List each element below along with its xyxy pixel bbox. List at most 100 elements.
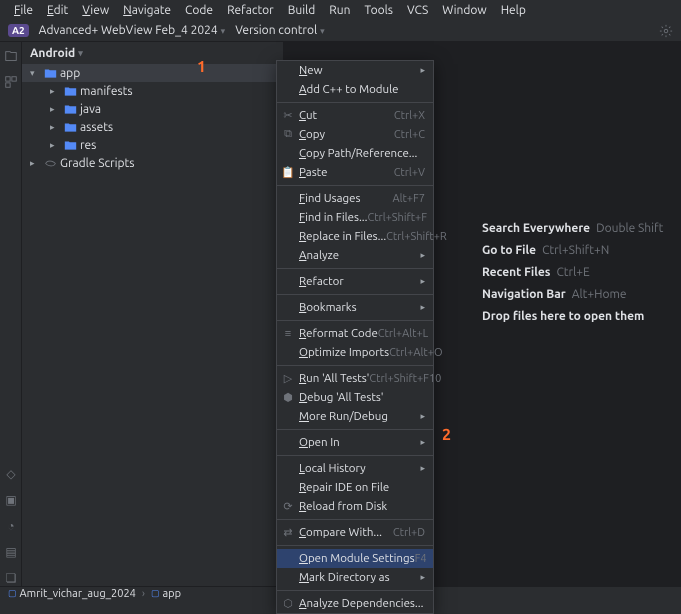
project-selector[interactable]: Advanced+ WebView Feb_4 2024▾ xyxy=(39,24,226,37)
tree-label: manifests xyxy=(80,85,133,98)
services-icon[interactable]: ▤ xyxy=(3,544,19,560)
debug-icon: ⬢ xyxy=(281,391,295,404)
menu-item-analyze-dependencies[interactable]: ⬡Analyze Dependencies... xyxy=(277,594,433,613)
menu-item-label: Reload from Disk xyxy=(299,500,387,513)
breadcrumb-project[interactable]: Amrit_vichar_aug_2024 xyxy=(20,588,136,600)
hint-title: Navigation Bar xyxy=(482,288,566,301)
menu-separator xyxy=(277,268,433,269)
menu-item-debug-all-tests[interactable]: ⬢Debug 'All Tests' xyxy=(277,388,433,407)
menu-item-add-c-to-module[interactable]: Add C++ to Module xyxy=(277,80,433,99)
menu-item-open-in[interactable]: Open In ▸ xyxy=(277,433,433,452)
menu-item-label: Analyze xyxy=(299,249,339,262)
menu-item-label: Refactor xyxy=(299,275,344,288)
chevron-right-icon: ▸ xyxy=(50,86,62,97)
menu-view[interactable]: View xyxy=(76,2,115,19)
menu-item-local-history[interactable]: Local History▸ xyxy=(277,459,433,478)
menu-file[interactable]: File xyxy=(8,2,39,19)
menu-item-copy-path-reference[interactable]: Copy Path/Reference... xyxy=(277,144,433,163)
menu-shortcut: Ctrl+Alt+O xyxy=(389,347,442,359)
chevron-right-icon: ▸ xyxy=(420,302,425,313)
tree-node-assets[interactable]: ▸ assets xyxy=(22,118,283,136)
tree-node-java[interactable]: ▸ java xyxy=(22,100,283,118)
menu-item-cut[interactable]: ✂CutCtrl+X xyxy=(277,106,433,125)
project-sidebar: Android▾ ▾ app ▸ manifests ▸ java ▸ asse… xyxy=(22,42,284,588)
menu-item-replace-in-files[interactable]: Replace in Files...Ctrl+Shift+R xyxy=(277,227,433,246)
hint-shortcut: Ctrl+E xyxy=(556,266,589,279)
menu-item-new[interactable]: New▸ xyxy=(277,61,433,80)
menu-item-label: Find Usages xyxy=(299,192,361,205)
chevron-right-icon: ▸ xyxy=(50,104,62,115)
menu-item-compare-with[interactable]: ⇄Compare With...Ctrl+D xyxy=(277,523,433,542)
tree-label: res xyxy=(80,139,96,152)
breadcrumb-module[interactable]: app xyxy=(162,588,181,600)
menu-item-label: Copy Path/Reference... xyxy=(299,147,417,160)
settings-icon[interactable] xyxy=(659,24,673,38)
menu-item-optimize-imports[interactable]: Optimize ImportsCtrl+Alt+O xyxy=(277,343,433,362)
menu-run[interactable]: Run xyxy=(323,2,356,19)
menu-shortcut: Ctrl+C xyxy=(394,129,425,141)
menu-item-label: Find in Files... xyxy=(299,211,367,224)
menu-separator xyxy=(277,590,433,591)
menu-shortcut: Ctrl+D xyxy=(393,527,425,539)
terminal-icon[interactable]: ❏ xyxy=(3,570,19,586)
tree-label: app xyxy=(60,67,80,80)
tree-label: assets xyxy=(80,121,113,134)
tree-node-manifests[interactable]: ▸ manifests xyxy=(22,82,283,100)
folder-icon xyxy=(62,121,78,134)
menu-tools[interactable]: Tools xyxy=(358,2,399,19)
menu-edit[interactable]: Edit xyxy=(41,2,74,19)
menu-item-open-module-settings[interactable]: Open Module SettingsF4 xyxy=(277,549,433,568)
tree-node-gradle[interactable]: ▸ Gradle Scripts xyxy=(22,154,283,172)
menu-item-reload-from-disk[interactable]: ⟳Reload from Disk xyxy=(277,497,433,516)
chevron-right-icon: ▸ xyxy=(420,411,425,422)
chevron-down-icon: ▾ xyxy=(30,68,42,79)
toolbar: A2 Advanced+ WebView Feb_4 2024▾ Version… xyxy=(0,20,681,42)
context-menu: New▸Add C++ to Module ✂CutCtrl+X⧉CopyCtrl… xyxy=(276,60,434,614)
menu-navigate[interactable]: Navigate xyxy=(117,2,177,19)
resource-manager-icon[interactable] xyxy=(3,74,19,90)
menu-separator xyxy=(277,545,433,546)
menu-help[interactable]: Help xyxy=(495,2,532,19)
menu-item-mark-directory-as[interactable]: Mark Directory as▸ xyxy=(277,568,433,587)
menu-item-paste[interactable]: 📋PasteCtrl+V xyxy=(277,163,433,182)
chevron-down-icon: ▾ xyxy=(78,48,83,59)
menu-window[interactable]: Window xyxy=(436,2,492,19)
menu-code[interactable]: Code xyxy=(179,2,219,19)
structure-icon[interactable]: ◇ xyxy=(3,466,19,482)
chevron-down-icon: ▾ xyxy=(221,26,226,36)
tree-node-res[interactable]: ▸ res xyxy=(22,136,283,154)
menu-item-repair-ide-on-file[interactable]: Repair IDE on File xyxy=(277,478,433,497)
sidebar-header[interactable]: Android▾ xyxy=(22,42,283,64)
annotation-1: 1 xyxy=(197,58,206,76)
chevron-right-icon: ▸ xyxy=(420,437,425,448)
tree-label: Gradle Scripts xyxy=(60,157,134,170)
menu-item-label: Open In xyxy=(299,436,340,449)
menu-item-analyze[interactable]: Analyze ▸ xyxy=(277,246,433,265)
menu-build[interactable]: Build xyxy=(282,2,322,19)
menu-item-refactor[interactable]: Refactor▸ xyxy=(277,272,433,291)
hint-title: Drop files here to open them xyxy=(482,310,644,323)
hint-shortcut: Double Shift xyxy=(596,222,663,235)
menu-vcs[interactable]: VCS xyxy=(401,2,434,19)
menu-item-more-run-debug[interactable]: More Run/Debug▸ xyxy=(277,407,433,426)
menu-item-run-all-tests[interactable]: ▷Run 'All Tests'Ctrl+Shift+F10 xyxy=(277,369,433,388)
menu-item-find-usages[interactable]: Find UsagesAlt+F7 xyxy=(277,189,433,208)
tree-node-app[interactable]: ▾ app xyxy=(22,64,283,82)
annotation-2: 2 xyxy=(442,426,451,444)
menu-shortcut: F4 xyxy=(415,553,427,565)
project-tree: ▾ app ▸ manifests ▸ java ▸ assets ▸ xyxy=(22,64,283,172)
menu-refactor[interactable]: Refactor xyxy=(221,2,280,19)
menu-shortcut: Ctrl+Shift+F xyxy=(367,212,427,224)
menu-item-copy[interactable]: ⧉CopyCtrl+C xyxy=(277,125,433,144)
menu-item-find-in-files[interactable]: Find in Files...Ctrl+Shift+F xyxy=(277,208,433,227)
chevron-right-icon: ▸ xyxy=(420,250,425,261)
menu-item-reformat-code[interactable]: ≡Reformat CodeCtrl+Alt+L xyxy=(277,324,433,343)
chevron-right-icon: ▸ xyxy=(50,122,62,133)
project-tool-icon[interactable] xyxy=(3,48,19,64)
menu-shortcut: Ctrl+Shift+R xyxy=(386,231,447,243)
build-variants-icon[interactable]: ▣ xyxy=(3,492,19,508)
version-control-selector[interactable]: Version control▾ xyxy=(235,24,324,37)
module-icon: ▢ xyxy=(151,588,160,599)
menu-item-bookmarks[interactable]: Bookmarks▸ xyxy=(277,298,433,317)
vcs-icon[interactable]: ◔ xyxy=(3,518,19,534)
